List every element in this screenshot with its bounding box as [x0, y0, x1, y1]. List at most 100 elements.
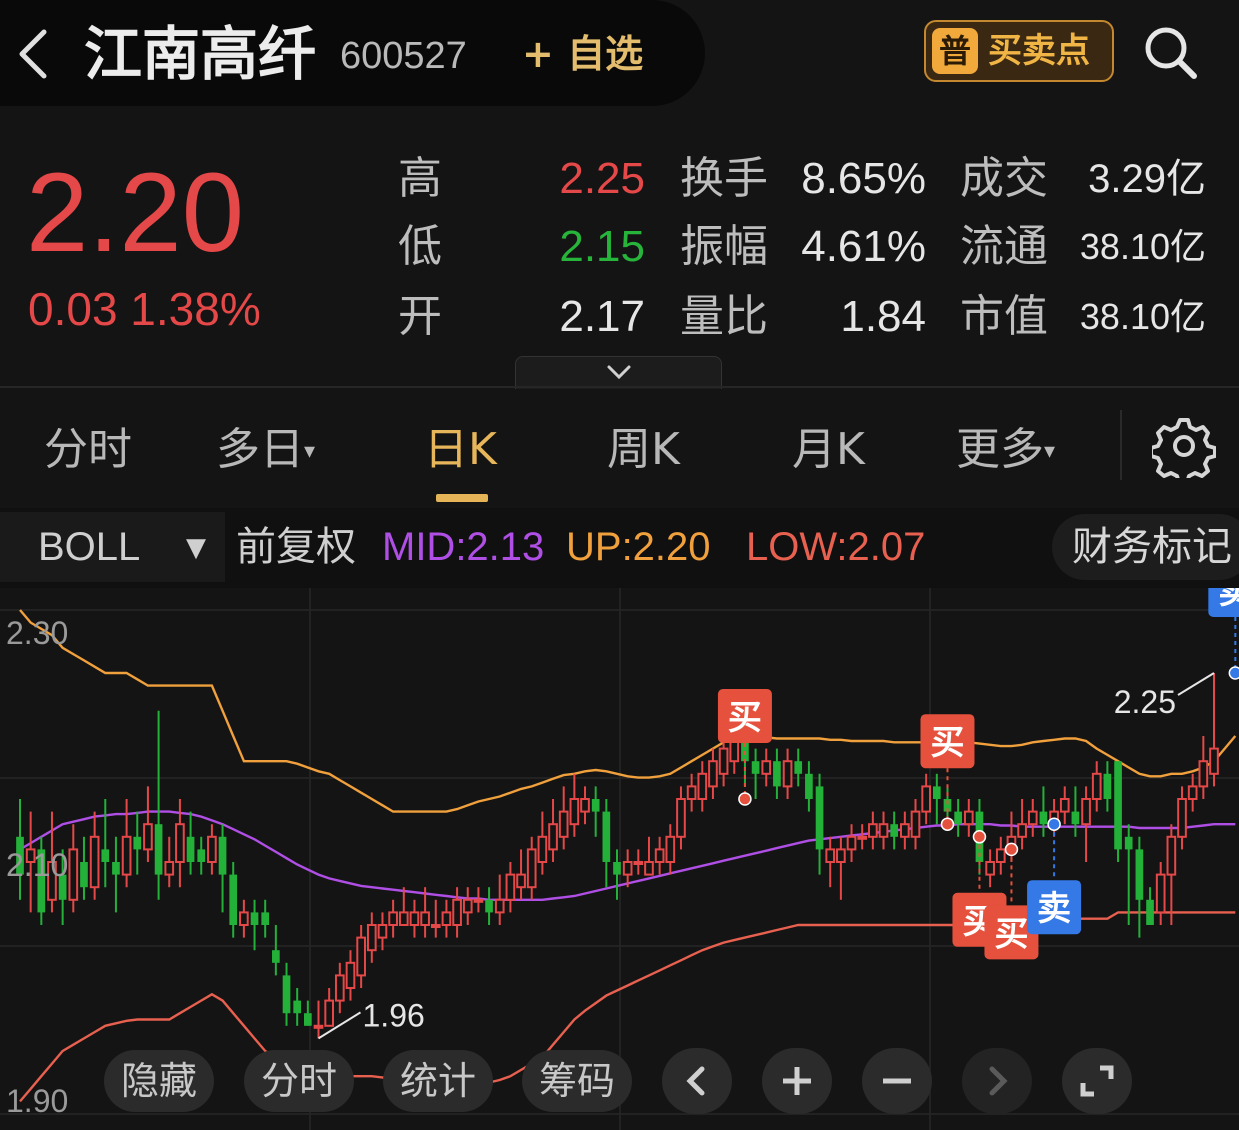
candle-body — [526, 848, 537, 889]
candle-body — [133, 836, 142, 850]
candle-body — [1039, 811, 1048, 825]
candle-body — [900, 823, 910, 838]
volume-amount-value: 3.29亿 — [1088, 157, 1206, 201]
next-button[interactable] — [962, 1048, 1032, 1114]
candle-body — [1187, 785, 1198, 800]
candle-body — [452, 898, 462, 926]
volume-ratio-value: 1.84 — [840, 292, 926, 341]
candle-body — [846, 835, 857, 851]
tab-rik[interactable]: 日K — [424, 420, 497, 480]
chevron-left-icon — [686, 1066, 705, 1096]
financial-markers-label: 财务标记 — [1072, 524, 1232, 570]
low-value: 2.15 — [559, 222, 645, 271]
candle-body — [218, 836, 227, 875]
stats-button[interactable]: 统计 — [383, 1050, 493, 1112]
candle-body — [356, 936, 366, 977]
prev-button[interactable] — [662, 1048, 732, 1114]
caret-down-icon: ▾ — [1044, 439, 1056, 464]
candle-body — [654, 848, 665, 863]
candle-body — [1155, 873, 1166, 914]
bsp-label: 买卖点 — [988, 31, 1090, 71]
expand-quote-button[interactable] — [515, 356, 722, 389]
candle-body — [89, 835, 100, 889]
candle-body — [143, 823, 153, 851]
candle-body — [420, 911, 430, 926]
candle-body — [272, 950, 280, 963]
buy-signal-label: 买 — [728, 698, 762, 738]
sell-signal-label: 卖 — [1037, 889, 1071, 929]
y-tick-label: 2.10 — [6, 847, 68, 883]
candle-body — [782, 760, 793, 788]
back-chevron-icon[interactable] — [14, 26, 54, 82]
y-tick-label: 1.90 — [6, 1083, 68, 1119]
candle-body — [1114, 761, 1122, 850]
gear-icon[interactable] — [1152, 414, 1216, 478]
candle-body — [580, 798, 590, 813]
candle-body — [324, 999, 334, 1027]
candle-body — [622, 861, 633, 876]
low-label: 低 — [398, 221, 442, 272]
kline-chart[interactable]: 买买买买卖卖 2.302.101.902.251.96 — [0, 588, 1239, 1130]
tab-zhouk[interactable]: 周K — [607, 420, 680, 480]
candle-body — [805, 773, 813, 799]
candle-body — [516, 873, 526, 889]
bsp-badge-icon: 普 — [932, 28, 978, 74]
candle-body — [708, 760, 718, 788]
dropdown-arrow-icon: ▼ — [186, 533, 206, 563]
boll-up-value: UP:2.20 — [566, 525, 711, 569]
high-pointer — [1177, 672, 1215, 696]
candle-body — [1071, 811, 1080, 825]
candle-body — [836, 848, 846, 863]
buy-sell-points-button[interactable]: 普 买卖点 — [924, 20, 1114, 82]
market-cap-label: 市值 — [960, 291, 1048, 342]
candle-body — [239, 911, 249, 926]
hide-button[interactable]: 隐藏 — [104, 1050, 214, 1112]
candle-body — [868, 823, 878, 838]
candle-body — [644, 861, 654, 876]
open-value: 2.17 — [559, 292, 645, 341]
candle-body — [1103, 773, 1112, 799]
plus-icon — [783, 1067, 811, 1095]
candle-body — [388, 911, 398, 926]
candle-body — [697, 772, 708, 801]
indicator-name: BOLL — [38, 525, 141, 569]
candle-body — [825, 848, 836, 863]
candle-body — [304, 1013, 312, 1026]
tab-more[interactable]: 更多▾ — [956, 420, 1055, 482]
candle-body — [282, 975, 291, 1014]
tab-fenshi[interactable]: 分时 — [44, 420, 132, 480]
candle-body — [186, 836, 195, 862]
candle-body — [1124, 836, 1133, 850]
financial-markers-button[interactable]: 财务标记 — [1052, 514, 1239, 580]
boll-up-line — [19, 609, 1237, 813]
stock-code: 600527 — [340, 35, 467, 77]
candle-body — [676, 798, 686, 838]
fullscreen-button[interactable] — [1062, 1048, 1132, 1114]
candle-body — [345, 961, 356, 989]
fenshi-button[interactable]: 分时 — [244, 1050, 354, 1112]
candle-body — [815, 786, 824, 850]
stock-name: 江南高纤 — [84, 20, 317, 88]
candle-body — [250, 912, 259, 925]
adjust-mode-button[interactable]: 前复权 — [236, 520, 356, 574]
fullscreen-icon — [1080, 1065, 1114, 1097]
add-to-watchlist-button[interactable]: + 自选 — [522, 26, 643, 82]
tab-duori-label: 多日 — [216, 424, 304, 475]
candle-body — [229, 874, 238, 925]
zoom-in-button[interactable] — [762, 1048, 832, 1114]
candle-body — [462, 898, 473, 914]
signal-dot — [1047, 817, 1061, 831]
candle-body — [1059, 798, 1070, 813]
hide-label: 隐藏 — [120, 1059, 197, 1103]
tab-duori[interactable]: 多日▾ — [216, 420, 315, 482]
candle-body — [773, 761, 781, 787]
candle-body — [761, 760, 772, 775]
chips-button[interactable]: 筹码 — [522, 1050, 632, 1112]
zoom-out-button[interactable] — [862, 1048, 932, 1114]
tab-yuek[interactable]: 月K — [792, 420, 865, 480]
high-label: 高 — [398, 153, 442, 204]
high-price-label: 2.25 — [1114, 684, 1176, 720]
search-icon[interactable] — [1140, 22, 1200, 82]
candle-body — [101, 849, 110, 862]
active-tab-indicator — [436, 494, 488, 502]
